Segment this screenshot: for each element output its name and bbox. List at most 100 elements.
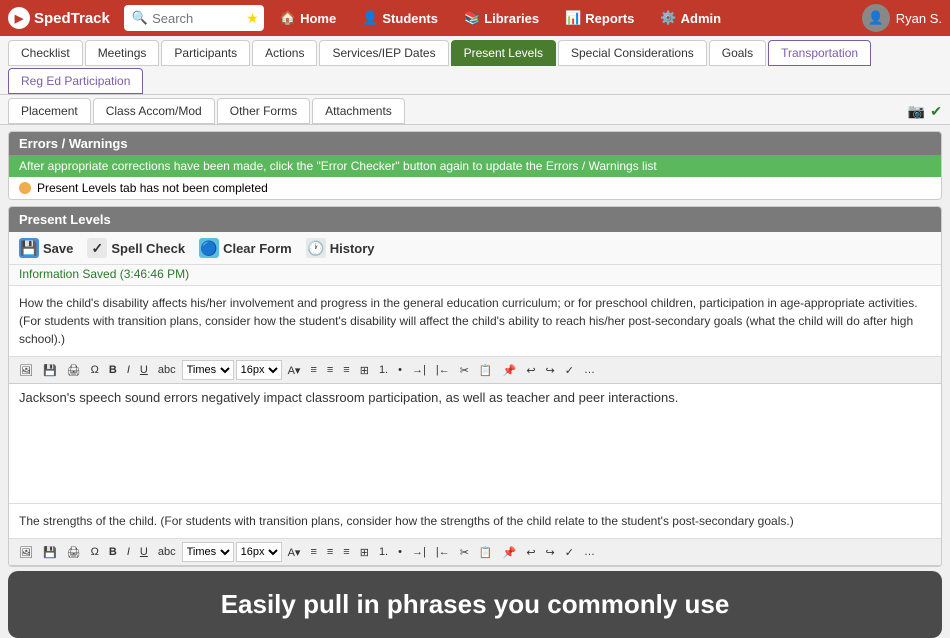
logo[interactable]: ▶ SpedTrack — [8, 7, 110, 29]
editor-align-center-btn[interactable]: ≡ — [323, 362, 337, 378]
nav-reports-label: Reports — [585, 11, 634, 26]
editor2-align-left-btn[interactable]: ≡ — [306, 544, 320, 560]
editor1-size-select[interactable]: 16px 12px 14px 18px — [236, 360, 282, 380]
editor2-align-right-btn[interactable]: ≡ — [339, 544, 353, 560]
editor-redo-btn[interactable]: ↪ — [542, 362, 559, 379]
editor-bold-btn[interactable]: B — [105, 362, 121, 378]
search-input[interactable] — [152, 11, 242, 26]
tab-other-forms[interactable]: Other Forms — [217, 98, 310, 124]
user-name: Ryan S. — [896, 11, 942, 26]
editor2-align-center-btn[interactable]: ≡ — [323, 544, 337, 560]
tab-class-accom[interactable]: Class Accom/Mod — [93, 98, 215, 124]
tab-meetings[interactable]: Meetings — [85, 40, 160, 66]
editor2-spellcheck-btn[interactable]: ✓ — [561, 544, 578, 561]
editor-table-btn[interactable]: ⊞ — [356, 362, 373, 379]
nav-students-label: Students — [382, 11, 438, 26]
search-box[interactable]: 🔍 ★ — [124, 5, 264, 31]
editor2-more-btn[interactable]: … — [580, 544, 599, 560]
editor2-paste-btn[interactable]: 📌 — [499, 544, 521, 561]
students-icon: 👤 — [362, 10, 378, 26]
camera-icon[interactable]: 📷 — [908, 103, 925, 120]
editor-print-btn[interactable]: 🖨 — [63, 362, 85, 379]
editor-undo-btn[interactable]: ↩ — [522, 362, 539, 379]
tab-attachments[interactable]: Attachments — [312, 98, 405, 124]
editor2-bold-btn[interactable]: B — [105, 544, 121, 560]
tab-placement[interactable]: Placement — [8, 98, 91, 124]
editor-list-ol-btn[interactable]: 1. — [375, 362, 392, 378]
tab-present-levels[interactable]: Present Levels — [451, 40, 556, 66]
editor2-italic-btn[interactable]: I — [123, 544, 134, 560]
editor2-color-btn[interactable]: A▾ — [284, 544, 305, 561]
editor2-size-select[interactable]: 16px 12px 14px 18px — [236, 542, 282, 562]
top-navigation: ▶ SpedTrack 🔍 ★ 🏠 Home 👤 Students 📚 Libr… — [0, 0, 950, 36]
editor2-table-btn[interactable]: ⊞ — [356, 544, 373, 561]
save-button[interactable]: 💾 Save — [19, 238, 73, 258]
nav-home[interactable]: 🏠 Home — [270, 6, 346, 30]
history-button[interactable]: 🕐 History — [306, 238, 375, 258]
errors-header: Errors / Warnings — [9, 132, 941, 155]
tooltip-banner: Easily pull in phrases you commonly use — [8, 571, 942, 638]
tab-special-considerations[interactable]: Special Considerations — [558, 40, 707, 66]
spell-check-button[interactable]: ✓ Spell Check — [87, 238, 185, 258]
editor2-indent-btn[interactable]: →| — [408, 544, 430, 560]
editor-save-btn[interactable]: 💾 — [39, 362, 61, 379]
tab-checklist[interactable]: Checklist — [8, 40, 83, 66]
tab-participants[interactable]: Participants — [161, 40, 250, 66]
present-levels-section: Present Levels 💾 Save ✓ Spell Check 🔵 Cl… — [8, 206, 942, 567]
save-label: Save — [43, 241, 73, 256]
editor2-outdent-btn[interactable]: |← — [432, 544, 454, 560]
reports-icon: 📊 — [565, 10, 581, 26]
editor1-font-select[interactable]: Times Arial — [182, 360, 234, 380]
clear-form-button[interactable]: 🔵 Clear Form — [199, 238, 292, 258]
editor2-copy-btn[interactable]: 📋 — [475, 544, 497, 561]
nav-admin[interactable]: ⚙️ Admin — [650, 6, 731, 30]
editor1-text: Jackson's speech sound errors negatively… — [19, 390, 678, 405]
user-area[interactable]: 👤 Ryan S. — [862, 4, 942, 32]
editor-italic-btn[interactable]: I — [123, 362, 134, 378]
editor-img-btn[interactable]: 🖼 — [15, 362, 37, 379]
editor2-redo-btn[interactable]: ↪ — [542, 544, 559, 561]
editor2-cut-btn[interactable]: ✂ — [456, 544, 473, 561]
editor-underline-btn[interactable]: U — [136, 362, 152, 378]
editor1-toolbar: 🖼 💾 🖨 Ω B I U abc Times Arial 16px 12px … — [9, 357, 941, 384]
check-icon[interactable]: ✔ — [930, 103, 942, 120]
tab-goals[interactable]: Goals — [709, 40, 766, 66]
editor2-undo-btn[interactable]: ↩ — [522, 544, 539, 561]
editor2-list-ul-btn[interactable]: • — [394, 544, 406, 560]
editor2-toolbar: 🖼 💾 🖨 Ω B I U abc Times Arial 16px 12px … — [9, 539, 941, 566]
editor-paste-btn[interactable]: 📌 — [499, 362, 521, 379]
editor-more-btn[interactable]: … — [580, 362, 599, 378]
avatar: 👤 — [862, 4, 890, 32]
tab-actions[interactable]: Actions — [252, 40, 317, 66]
editor-omega-btn[interactable]: Ω — [87, 362, 103, 378]
editor-color-btn[interactable]: A▾ — [284, 362, 305, 379]
editor2-save-btn[interactable]: 💾 — [39, 544, 61, 561]
editor-align-right-btn[interactable]: ≡ — [339, 362, 353, 378]
search-icon: 🔍 — [132, 10, 148, 26]
editor2-list-ol-btn[interactable]: 1. — [375, 544, 392, 560]
editor1-content[interactable]: Jackson's speech sound errors negatively… — [9, 384, 941, 504]
editor2-underline-btn[interactable]: U — [136, 544, 152, 560]
editor-abc-btn[interactable]: abc — [154, 362, 180, 378]
editor-align-left-btn[interactable]: ≡ — [306, 362, 320, 378]
editor-outdent-btn[interactable]: |← — [432, 362, 454, 378]
editor-indent-btn[interactable]: →| — [408, 362, 430, 378]
editor-spellcheck-btn[interactable]: ✓ — [561, 362, 578, 379]
tab-reg-ed[interactable]: Reg Ed Participation — [8, 68, 143, 94]
editor-list-ul-btn[interactable]: • — [394, 362, 406, 378]
tab-transportation[interactable]: Transportation — [768, 40, 871, 66]
libraries-icon: 📚 — [464, 10, 480, 26]
editor2-omega-btn[interactable]: Ω — [87, 544, 103, 560]
editor2-print-btn[interactable]: 🖨 — [63, 544, 85, 561]
editor2-img-btn[interactable]: 🖼 — [15, 544, 37, 561]
nav-reports[interactable]: 📊 Reports — [555, 6, 644, 30]
nav-students[interactable]: 👤 Students — [352, 6, 448, 30]
nav-libraries[interactable]: 📚 Libraries — [454, 6, 549, 30]
editor-copy-btn[interactable]: 📋 — [475, 362, 497, 379]
editor2-font-select[interactable]: Times Arial — [182, 542, 234, 562]
logo-text: SpedTrack — [34, 10, 110, 27]
tab-services-iep[interactable]: Services/IEP Dates — [319, 40, 448, 66]
editor-cut-btn[interactable]: ✂ — [456, 362, 473, 379]
editor2-abc-btn[interactable]: abc — [154, 544, 180, 560]
toolbar-row: 💾 Save ✓ Spell Check 🔵 Clear Form 🕐 Hist… — [9, 232, 941, 265]
